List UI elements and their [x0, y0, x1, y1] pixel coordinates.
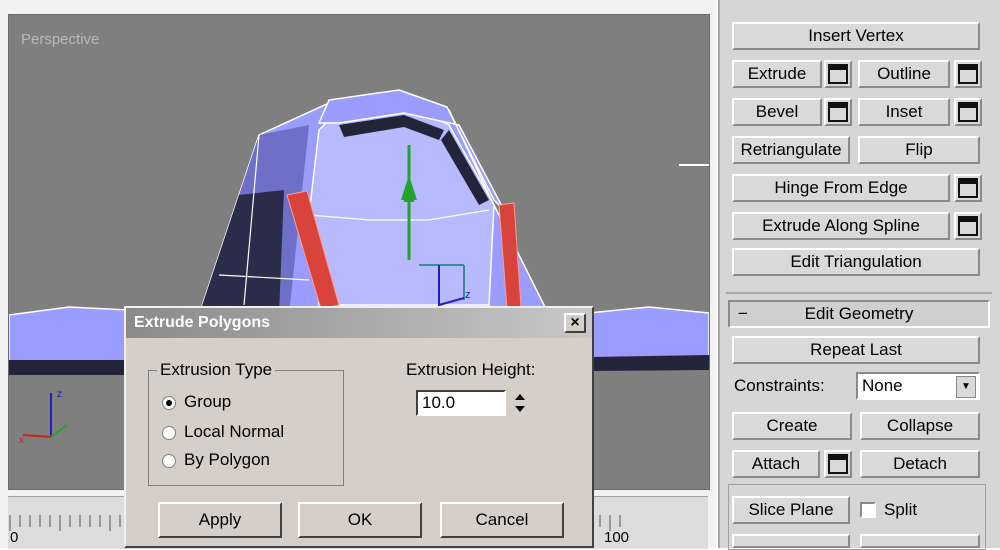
rollout-divider	[726, 292, 992, 294]
ruler-label-start: 0	[10, 529, 19, 546]
bevel-settings-button[interactable]	[824, 98, 852, 126]
extrusion-type-label: Extrusion Type	[157, 360, 276, 380]
split-checkbox[interactable]	[860, 502, 876, 518]
axis-tripod-icon: z x	[19, 389, 68, 446]
insert-vertex-button[interactable]: Insert Vertex	[732, 22, 980, 50]
partial-button-left[interactable]	[732, 534, 850, 548]
radio-label-group: Group	[184, 392, 232, 411]
extrusion-height-label: Extrusion Height:	[406, 360, 536, 379]
collapse-rollout-icon[interactable]: −	[738, 302, 748, 326]
extrude-button[interactable]: Extrude	[732, 60, 822, 88]
create-button[interactable]: Create	[732, 412, 852, 440]
inset-button[interactable]: Inset	[858, 98, 950, 126]
cancel-button[interactable]: Cancel	[440, 502, 564, 538]
radio-label-local-normal: Local Normal	[184, 422, 285, 441]
flip-button[interactable]: Flip	[858, 136, 980, 164]
chevron-down-icon[interactable]: ▼	[956, 376, 976, 398]
hinge-from-edge-button[interactable]: Hinge From Edge	[732, 174, 950, 202]
edit-triangulation-button[interactable]: Edit Triangulation	[732, 248, 980, 276]
command-panel: Insert Vertex Extrude Outline Bevel Inse…	[718, 0, 1000, 550]
constraints-select[interactable]: None ▼	[856, 372, 980, 400]
partial-button-right[interactable]	[860, 534, 980, 548]
apply-button[interactable]: Apply	[158, 502, 282, 538]
hinge-settings-button[interactable]	[954, 174, 982, 202]
svg-text:z: z	[57, 389, 62, 400]
settings-square-icon	[958, 178, 978, 198]
extrusion-height-input[interactable]	[416, 390, 506, 416]
collapse-button[interactable]: Collapse	[860, 412, 980, 440]
extrude-spline-settings-button[interactable]	[954, 212, 982, 240]
extrude-settings-button[interactable]	[824, 60, 852, 88]
radio-empty-icon[interactable]	[162, 426, 176, 440]
attach-settings-button[interactable]	[824, 450, 852, 478]
split-label: Split	[884, 500, 918, 519]
retriangulate-button[interactable]: Retriangulate	[732, 136, 850, 164]
extrude-along-spline-button[interactable]: Extrude Along Spline	[732, 212, 950, 240]
viewport-label[interactable]: Perspective	[21, 31, 99, 48]
repeat-last-button[interactable]: Repeat Last	[732, 336, 980, 364]
edit-geometry-rollout[interactable]: − Edit Geometry	[728, 300, 990, 328]
spinner-arrows-icon[interactable]	[510, 390, 530, 416]
radio-label-by-polygon: By Polygon	[184, 450, 270, 469]
outline-settings-button[interactable]	[954, 60, 982, 88]
dialog-titlebar[interactable]: Extrude Polygons ×	[126, 308, 592, 338]
slice-plane-button[interactable]: Slice Plane	[732, 496, 850, 524]
dialog-title: Extrude Polygons	[134, 314, 271, 331]
constraints-label: Constraints:	[734, 376, 825, 395]
svg-text:x: x	[19, 435, 24, 446]
mesh-body-shadow	[199, 190, 284, 315]
extrude-polygons-dialog: Extrude Polygons × Extrusion Type Group …	[124, 306, 594, 548]
svg-text:z: z	[465, 289, 471, 301]
radio-empty-icon[interactable]	[162, 454, 176, 468]
settings-square-icon	[958, 102, 978, 122]
settings-square-icon	[958, 64, 978, 84]
bevel-button[interactable]: Bevel	[732, 98, 822, 126]
settings-square-icon	[828, 454, 848, 474]
mesh-flap-right-edge	[589, 355, 709, 371]
outline-button[interactable]: Outline	[858, 60, 950, 88]
rollout-title: Edit Geometry	[804, 304, 914, 323]
inset-settings-button[interactable]	[954, 98, 982, 126]
constraints-value: None	[862, 376, 903, 395]
radio-selected-icon[interactable]	[162, 396, 176, 410]
attach-button[interactable]: Attach	[732, 450, 820, 478]
ok-button[interactable]: OK	[298, 502, 422, 538]
ruler-label-end: 100	[604, 529, 630, 546]
settings-square-icon	[828, 64, 848, 84]
mesh-inner-face	[308, 102, 495, 306]
detach-button[interactable]: Detach	[860, 450, 980, 478]
settings-square-icon	[828, 102, 848, 122]
settings-square-icon	[958, 216, 978, 236]
close-icon[interactable]: ×	[564, 313, 586, 333]
